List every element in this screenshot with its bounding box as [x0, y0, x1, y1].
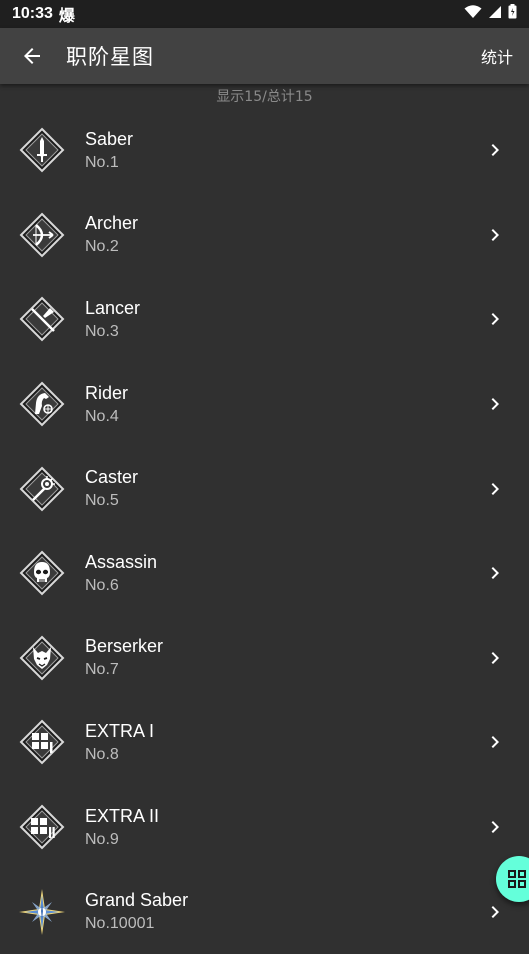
grand-saber-class-icon — [19, 888, 65, 935]
item-number: No.9 — [85, 830, 119, 848]
assassin-class-icon — [19, 550, 65, 596]
chevron-right-icon — [483, 646, 507, 670]
chevron-right-icon — [483, 477, 507, 501]
archer-class-icon — [19, 212, 65, 258]
notification-glyph: 爆 — [58, 8, 75, 25]
item-number: No.1 — [85, 153, 119, 171]
item-number: No.10001 — [85, 915, 155, 933]
chevron-right-icon — [483, 561, 507, 585]
chevron-right-icon — [483, 900, 507, 924]
status-time: 10:33 — [12, 5, 53, 22]
item-name: Caster — [85, 467, 139, 488]
list-item[interactable]: Berserker No.7 — [0, 616, 529, 701]
list-item[interactable]: Saber No.1 — [0, 108, 529, 193]
item-name: Saber — [85, 128, 134, 149]
arrow-left-icon — [24, 48, 40, 64]
berserker-class-icon — [19, 635, 65, 681]
result-count: 显示15/总计15 — [216, 89, 313, 105]
item-number: No.4 — [85, 407, 119, 425]
rider-class-icon — [19, 381, 65, 427]
back-button[interactable] — [4, 28, 60, 84]
item-name: Rider — [85, 382, 129, 403]
list-item[interactable]: Archer No.2 — [0, 193, 529, 278]
chevron-right-icon — [483, 815, 507, 839]
wifi-icon — [464, 4, 482, 24]
list-item[interactable]: Assassin No.6 — [0, 531, 529, 616]
status-right — [464, 4, 517, 24]
list-item[interactable]: Lancer No.3 — [0, 277, 529, 362]
signal-icon — [488, 5, 502, 24]
chevron-right-icon — [483, 223, 507, 247]
list-item[interactable]: EXTRA II No.9 — [0, 785, 529, 870]
chevron-right-icon — [483, 307, 507, 331]
list-item[interactable]: Grand Saber No.10001 — [0, 869, 529, 954]
item-name: Archer — [85, 213, 139, 234]
page-title: 职阶星图 — [66, 45, 154, 69]
list-item[interactable]: Rider No.4 — [0, 362, 529, 447]
item-number: No.3 — [85, 322, 119, 340]
chevron-right-icon — [483, 730, 507, 754]
item-name: Assassin — [85, 551, 158, 572]
extra-ii-class-icon — [19, 804, 65, 850]
list-item[interactable]: EXTRA I No.8 — [0, 700, 529, 785]
class-list: Saber No.1 Archer No.2 Lancer No.3 Rider… — [0, 108, 529, 954]
chevron-right-icon — [483, 138, 507, 162]
extra-i-class-icon — [19, 720, 65, 765]
statistics-button[interactable]: 统计 — [481, 44, 513, 68]
list-item[interactable]: Caster No.5 — [0, 446, 529, 531]
lancer-class-icon — [19, 297, 65, 342]
status-left: 10:33 爆 — [12, 2, 75, 26]
chevron-right-icon — [483, 392, 507, 416]
item-number: No.5 — [85, 492, 119, 510]
item-name: EXTRA II — [85, 805, 160, 826]
grid-icon — [508, 870, 526, 888]
app-bar: 职阶星图 统计 — [0, 28, 529, 84]
item-name: Grand Saber — [85, 890, 189, 911]
item-number: No.8 — [85, 745, 119, 763]
status-bar: 10:33 爆 — [0, 0, 529, 28]
saber-class-icon — [19, 127, 65, 173]
caster-class-icon — [19, 466, 65, 512]
item-name: EXTRA I — [85, 720, 155, 741]
item-number: No.7 — [85, 661, 119, 679]
item-number: No.2 — [85, 238, 119, 256]
item-name: Berserker — [85, 636, 164, 657]
battery-icon — [508, 4, 517, 24]
item-number: No.6 — [85, 576, 119, 594]
item-name: Lancer — [85, 297, 141, 318]
